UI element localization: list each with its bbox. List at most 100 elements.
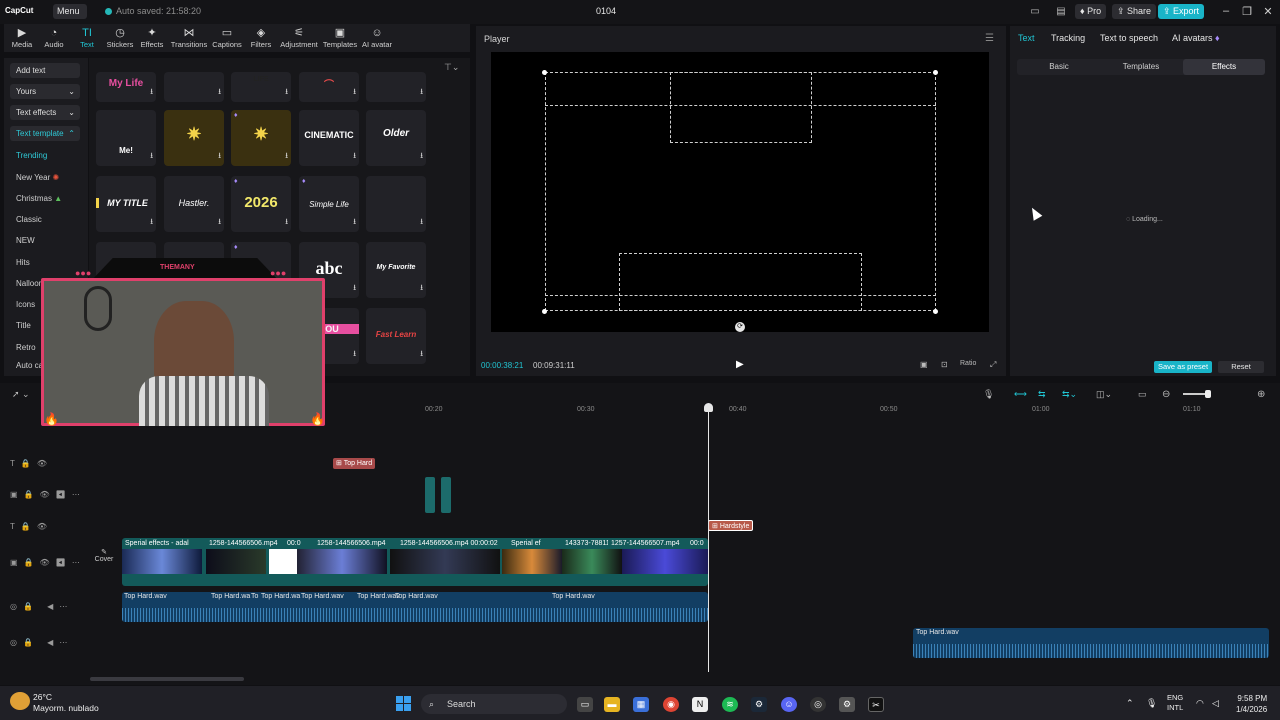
tray-chevron-icon[interactable]: ⌃ <box>1126 698 1134 709</box>
layout-icon[interactable]: ▭ <box>1028 5 1042 18</box>
download-icon[interactable]: ⭳ <box>150 216 153 230</box>
template-tile[interactable]: My Life ⭳ <box>96 72 156 102</box>
hamburger-icon[interactable]: ☰ <box>985 33 994 44</box>
file-explorer-icon[interactable]: ▬ <box>604 697 620 712</box>
filter-icon[interactable]: ⊤⌄ <box>444 62 459 73</box>
download-icon[interactable]: ⭳ <box>353 86 356 100</box>
nav-nalloon[interactable]: Nalloon <box>16 279 43 288</box>
download-icon[interactable]: ⭳ <box>420 282 423 296</box>
steam-icon[interactable]: ⚙ <box>751 697 767 712</box>
text-clip-selected[interactable]: ⊞ Hardstyle <box>708 520 754 531</box>
video-clip[interactable]: Sperial effects - adal <box>122 538 202 549</box>
timeline-scrollbar[interactable] <box>90 677 244 681</box>
subtab-basic[interactable]: Basic <box>1018 59 1100 75</box>
fullscreen-quality-icon[interactable]: ▣ <box>920 360 928 369</box>
download-icon[interactable]: ⭳ <box>420 86 423 100</box>
volume-icon[interactable]: ◁ <box>1212 698 1219 709</box>
download-icon[interactable]: ⭳ <box>150 150 153 164</box>
resize-handle[interactable] <box>542 70 547 75</box>
template-tile[interactable]: ⭳ <box>164 72 224 102</box>
template-tile[interactable]: Hastler. ⭳ <box>164 176 224 232</box>
download-icon[interactable]: ⭳ <box>353 216 356 230</box>
download-icon[interactable]: ⭳ <box>420 216 423 230</box>
spotify-icon[interactable]: ≋ <box>722 697 738 712</box>
tool-ai-avatar[interactable]: ☺ AI avatar <box>357 27 397 49</box>
expand-icon[interactable]: ⤢ <box>990 360 996 370</box>
split-view-icon[interactable]: ◫⌄ <box>1096 389 1112 400</box>
cover-button[interactable]: ✎ Cover <box>91 548 117 574</box>
template-tile[interactable]: LIFE ⭳ <box>231 72 291 102</box>
download-icon[interactable]: ⭳ <box>420 348 423 362</box>
store-icon[interactable]: ▦ <box>633 697 649 712</box>
link-icon[interactable]: ⇆ <box>1038 389 1046 400</box>
caption-icon[interactable]: ▭ <box>1138 389 1147 400</box>
download-icon[interactable]: ⭳ <box>353 282 356 296</box>
subtab-templates[interactable]: Templates <box>1100 59 1182 75</box>
tool-effects[interactable]: ✦ Effects <box>132 27 172 49</box>
chrome-icon[interactable]: ◉ <box>663 697 679 712</box>
template-tile[interactable]: Me! ⭳ <box>96 110 156 166</box>
video-clip[interactable]: 1258-144566506.mp4 <box>314 538 394 549</box>
resize-handle[interactable] <box>542 309 547 314</box>
zoom-slider-thumb[interactable] <box>1205 390 1211 398</box>
capcut-icon[interactable]: ✂ <box>868 697 884 712</box>
task-view-icon[interactable]: ▭ <box>577 697 593 712</box>
template-tile[interactable]: ♦ 2026 ⭳ <box>231 176 291 232</box>
nav-christmas[interactable]: Christmas ▲ <box>16 194 62 203</box>
tool-filters[interactable]: ◈ Filters <box>241 27 281 49</box>
template-tile[interactable]: My Favorite ⭳ <box>366 242 426 298</box>
system-clock[interactable]: 9:58 PM 1/4/2026 <box>1236 693 1267 715</box>
maximize-icon[interactable]: ❐ <box>1240 5 1254 18</box>
tool-adjustment[interactable]: ⚟ Adjustment <box>279 27 319 49</box>
tab-ai-avatars[interactable]: AI avatars ♦ <box>1172 33 1220 43</box>
pro-button[interactable]: ♦ Pro <box>1075 4 1107 19</box>
video-clip[interactable]: 1258-144566506.mp4 00:00:02 <box>397 538 507 549</box>
text-layer-box[interactable] <box>670 72 812 143</box>
video-clip[interactable]: 00:0 <box>687 538 708 549</box>
subtab-effects[interactable]: Effects <box>1183 59 1265 75</box>
download-icon[interactable]: ⭳ <box>218 86 221 100</box>
download-icon[interactable]: ⭳ <box>285 86 288 100</box>
video-clip[interactable]: 1257-144566507.mp4 <box>608 538 686 549</box>
overlay-clip[interactable] <box>425 477 435 513</box>
text-template-dropdown[interactable]: Text template ⌃ <box>10 126 80 141</box>
video-clip[interactable]: Sperial ef <box>508 538 556 549</box>
select-tool-icon[interactable]: ➚ ⌄ <box>12 389 30 400</box>
microphone-tray-icon[interactable]: 🎙 <box>1146 698 1157 709</box>
share-button[interactable]: ⇪ Share <box>1112 4 1157 19</box>
template-tile[interactable]: CINEMATIC ⭳ <box>299 110 359 166</box>
network-icon[interactable]: ◠ <box>1196 698 1204 709</box>
download-icon[interactable]: ⭳ <box>285 150 288 164</box>
ratio-button[interactable]: Ratio <box>960 360 976 367</box>
audio-track[interactable]: Top Hard.wav Top Hard.wa To Top Hard.wa … <box>122 592 708 622</box>
track-controls-text[interactable]: T🔒👁 <box>10 522 53 531</box>
menu-button[interactable]: Menu ⌄ <box>53 4 87 31</box>
reset-button[interactable]: Reset <box>1218 361 1264 373</box>
nav-trending[interactable]: Trending <box>16 151 47 160</box>
track-controls-overlay[interactable]: ▣🔒👁◀⋯ <box>10 490 86 499</box>
tab-tracking[interactable]: Tracking <box>1051 33 1085 43</box>
download-icon[interactable]: ⭳ <box>150 86 153 100</box>
playhead[interactable] <box>708 406 709 672</box>
microphone-icon[interactable]: 🎙 <box>983 389 994 400</box>
nav-icons[interactable]: Icons <box>16 300 35 309</box>
nav-classic[interactable]: Classic <box>16 215 42 224</box>
language-indicator[interactable]: ENG INTL <box>1167 693 1183 713</box>
discord-icon[interactable]: ☺ <box>781 697 797 712</box>
video-track[interactable]: Sperial effects - adal 1258-144566506.mp… <box>122 538 708 586</box>
text-clip[interactable]: ⊞ Top Hard <box>333 458 376 469</box>
zoom-in-icon[interactable]: ⊕ <box>1257 389 1265 400</box>
download-icon[interactable]: ⭳ <box>420 150 423 164</box>
rotate-icon[interactable]: ⟳ <box>735 322 745 332</box>
track-controls-audio[interactable]: ◎🔒 ◀⋯ <box>10 638 73 647</box>
template-tile[interactable]: ⭳ <box>366 176 426 232</box>
shortcuts-icon[interactable]: ▤ <box>1054 5 1068 18</box>
playhead-handle[interactable] <box>704 403 713 412</box>
template-tile[interactable]: ♦ ✷ ⭳ <box>231 110 291 166</box>
audio-track[interactable]: Top Hard.wav <box>913 628 1269 658</box>
template-tile[interactable]: ♦ Simple Life ⭳ <box>299 176 359 232</box>
template-tile[interactable]: ⌒ ⭳ <box>299 72 359 102</box>
zoom-out-icon[interactable]: ⊖ <box>1162 389 1170 400</box>
weather-widget[interactable]: 26°C Mayorm. nublado <box>33 692 99 714</box>
tab-text-to-speech[interactable]: Text to speech <box>1100 33 1158 43</box>
